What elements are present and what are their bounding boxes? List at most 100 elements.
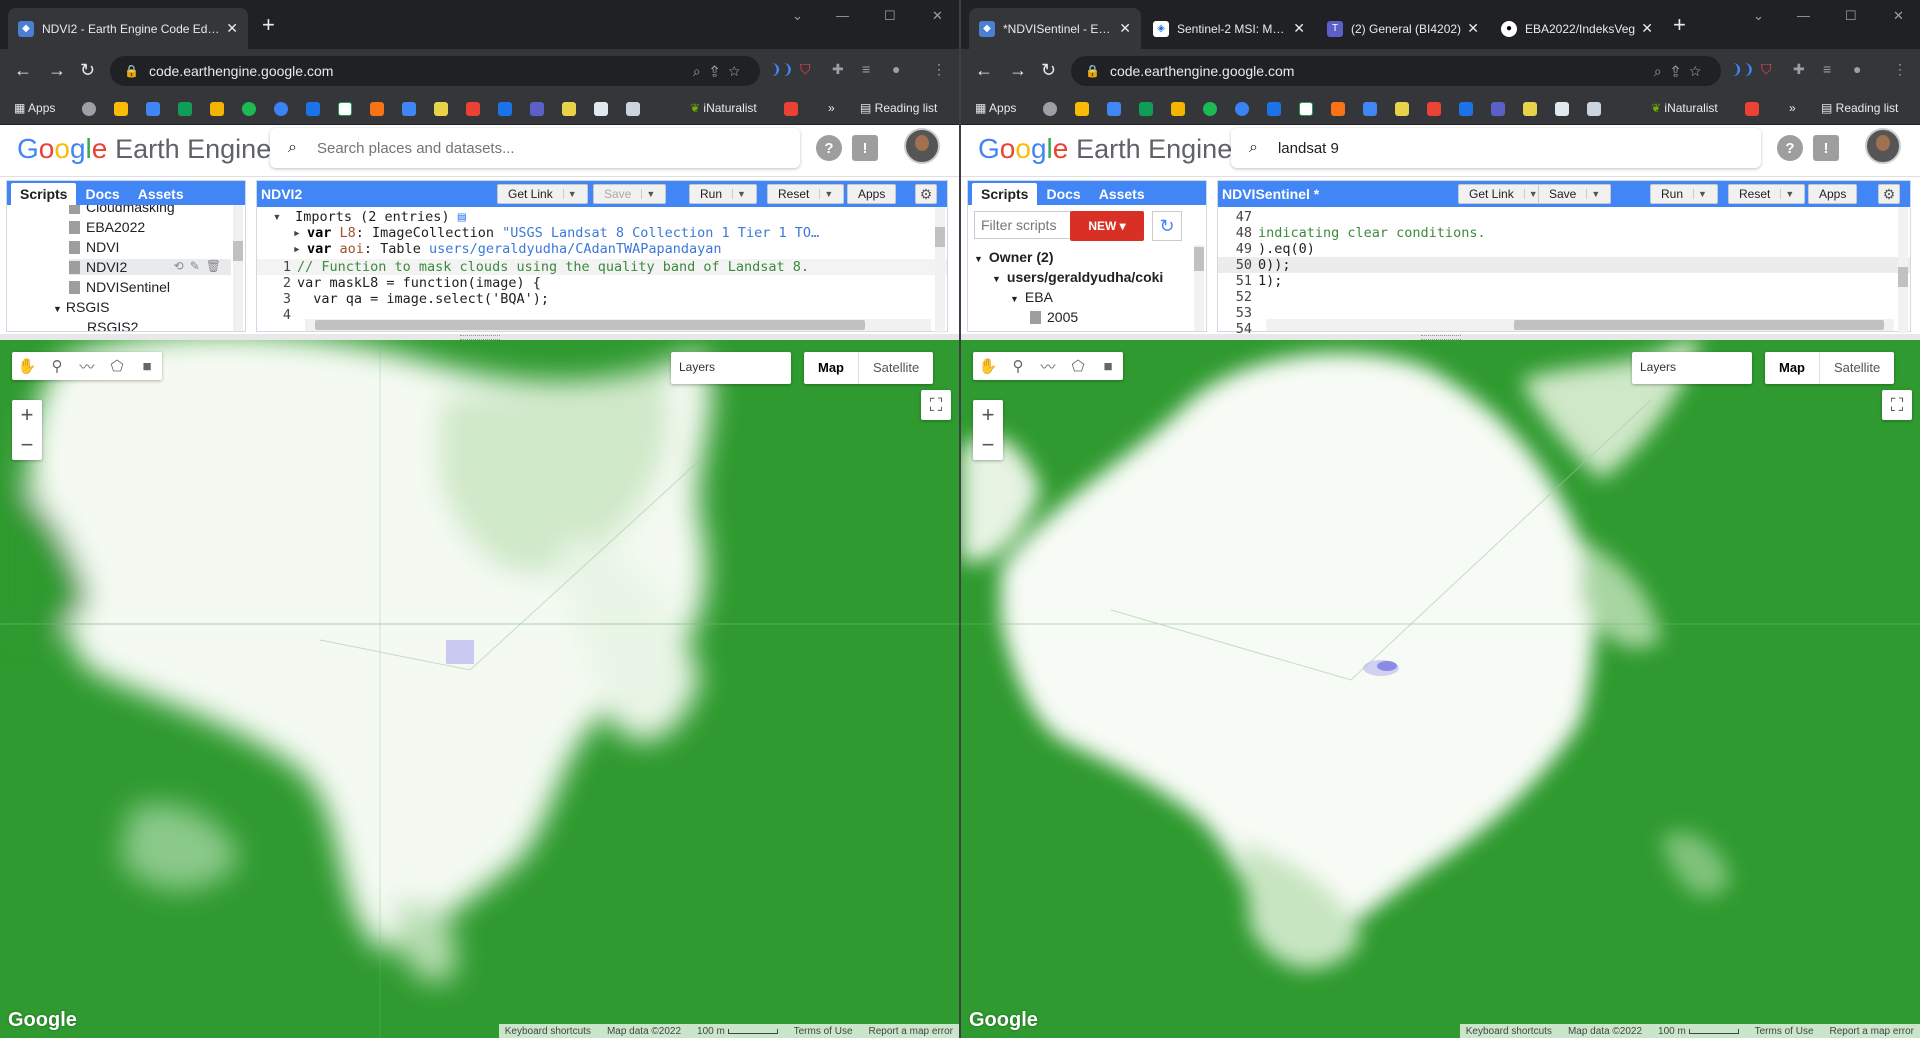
bookmark-icon[interactable]: [274, 102, 288, 116]
minimize-icon[interactable]: —: [836, 8, 849, 23]
tab-scripts[interactable]: Scripts: [11, 183, 77, 205]
search-input[interactable]: [1277, 139, 1718, 157]
bookmark-icon[interactable]: [498, 102, 512, 116]
tab-search-icon[interactable]: ⌄: [792, 8, 803, 24]
avatar[interactable]: [904, 128, 940, 164]
apps-button[interactable]: Apps: [847, 184, 897, 204]
tree-scrollbar[interactable]: [233, 205, 243, 331]
filter-scripts-input[interactable]: [974, 211, 1072, 239]
pocket-icon[interactable]: ⛉: [800, 61, 811, 78]
tab-docs[interactable]: Docs: [76, 183, 128, 205]
run-button[interactable]: Run ▼: [689, 184, 757, 204]
docs-icon[interactable]: [1107, 102, 1121, 116]
close-window-icon[interactable]: ✕: [932, 8, 943, 24]
more-bookmarks[interactable]: »: [828, 101, 835, 115]
folder-item[interactable]: ▼ RSGIS: [53, 299, 110, 315]
bookmark-icon[interactable]: [1043, 102, 1057, 116]
folder-repo[interactable]: ▼ users/geraldyudha/coki: [992, 269, 1163, 285]
inaturalist-bookmark[interactable]: ❦ iNaturalist: [690, 101, 757, 115]
polygon-tool-icon[interactable]: ⬠: [1063, 357, 1093, 375]
map-canvas[interactable]: ✋ ⚲ 〰 ⬠ ■ + − Layers Map Satellite ⛶ Goo…: [961, 340, 1920, 1038]
map-canvas[interactable]: ✋ ⚲ 〰 ⬠ ■ + − Layers Map Satellite ⛶ Goo…: [0, 340, 959, 1038]
forward-icon[interactable]: →: [1009, 59, 1027, 81]
apps-bookmark[interactable]: ▦ Apps: [14, 101, 55, 115]
omnibox-actions[interactable]: ⌕⇪☆: [1654, 63, 1711, 80]
code-line[interactable]: 51 1);: [1218, 273, 1910, 289]
inaturalist-bookmark[interactable]: ❦ iNaturalist: [1651, 101, 1718, 115]
profile-icon[interactable]: ●: [1853, 61, 1861, 77]
forward-icon[interactable]: →: [48, 59, 66, 81]
help-icon[interactable]: ?: [1777, 135, 1803, 161]
tab-docs[interactable]: Docs: [1037, 183, 1089, 205]
close-tab-icon[interactable]: ✕: [226, 20, 238, 37]
browser-tab[interactable]: ◆ *NDVISentinel - Earth Engine ✕: [969, 8, 1141, 49]
code-scrollbar[interactable]: [935, 207, 945, 333]
zoom-in-icon[interactable]: +: [12, 400, 42, 430]
script-actions-icon[interactable]: ⟲✎🗑: [174, 259, 227, 273]
maximize-icon[interactable]: ☐: [1845, 8, 1857, 24]
minimize-icon[interactable]: —: [1797, 8, 1810, 23]
script-item[interactable]: Cloudmasking: [69, 205, 175, 215]
map-type-satellite[interactable]: Satellite: [858, 352, 933, 384]
bookmark-icon[interactable]: [466, 102, 480, 116]
terms-link[interactable]: Terms of Use: [1755, 1026, 1814, 1037]
code-line[interactable]: 52: [1218, 289, 1910, 305]
layers-control[interactable]: Layers: [1632, 352, 1752, 384]
code-hscrollbar[interactable]: [1266, 319, 1894, 331]
map-type-map[interactable]: Map: [1765, 352, 1819, 384]
zoom-out-icon[interactable]: −: [12, 430, 42, 460]
pocket-icon[interactable]: ⛉: [1761, 61, 1772, 78]
line-tool-icon[interactable]: 〰: [1033, 356, 1063, 377]
line-tool-icon[interactable]: 〰: [72, 356, 102, 377]
get-link-button[interactable]: Get Link ▼: [497, 184, 588, 204]
script-item[interactable]: NDVI: [69, 239, 119, 255]
bookmark-icon[interactable]: [1299, 102, 1313, 116]
code-line[interactable]: 49).eq(0): [1218, 241, 1910, 257]
bookmark-icon[interactable]: [1745, 102, 1759, 116]
bookmark-icon[interactable]: [1395, 102, 1409, 116]
rectangle-tool-icon[interactable]: ■: [1093, 358, 1123, 375]
docs-icon[interactable]: [146, 102, 160, 116]
settings-gear-icon[interactable]: ⚙: [1878, 184, 1900, 204]
address-bar[interactable]: 🔒 code.earthengine.google.com ⌕⇪☆: [1071, 56, 1721, 86]
spotify-icon[interactable]: [242, 102, 256, 116]
feedback-icon[interactable]: !: [852, 135, 878, 161]
bookmark-icon[interactable]: [1235, 102, 1249, 116]
bookmark-icon[interactable]: [1587, 102, 1601, 116]
code-area[interactable]: 47 48 indicating clear conditions. 49).eq…: [1218, 207, 1910, 333]
report-error-link[interactable]: Report a map error: [869, 1026, 953, 1037]
reading-list[interactable]: ▤ Reading list: [860, 101, 937, 115]
settings-gear-icon[interactable]: ⚙: [915, 184, 937, 204]
sheets-icon[interactable]: [1139, 102, 1153, 116]
feedback-icon[interactable]: !: [1813, 135, 1839, 161]
bookmark-icon[interactable]: [784, 102, 798, 116]
terms-link[interactable]: Terms of Use: [794, 1026, 853, 1037]
bookmark-icon[interactable]: [370, 102, 384, 116]
code-hscrollbar[interactable]: [305, 319, 931, 331]
address-bar[interactable]: 🔒 code.earthengine.google.com ⌕⇪☆: [110, 56, 760, 86]
folder-item[interactable]: ▼ EBA: [1010, 289, 1053, 305]
profile-icon[interactable]: ●: [892, 61, 900, 77]
extensions-puzzle-icon[interactable]: ✚: [1793, 61, 1805, 78]
zoom-in-icon[interactable]: +: [973, 400, 1003, 430]
scale-bar[interactable]: 100 m: [1658, 1026, 1739, 1037]
reading-list[interactable]: ▤ Reading list: [1821, 101, 1898, 115]
tab-assets[interactable]: Assets: [129, 183, 193, 205]
browser-tab[interactable]: ◈ Sentinel-2 MSI: MultiSpectral ✕: [1143, 8, 1315, 49]
bookmark-icon[interactable]: [594, 102, 608, 116]
extension-icon[interactable]: ❩❩: [1731, 61, 1754, 78]
refresh-icon[interactable]: ↻: [1152, 211, 1182, 241]
new-script-button[interactable]: NEW ▾: [1070, 211, 1144, 241]
script-item[interactable]: 2005: [1030, 309, 1078, 325]
code-scroll-thumb[interactable]: [935, 227, 945, 247]
fullscreen-icon[interactable]: ⛶: [921, 390, 951, 420]
code-hscroll-thumb[interactable]: [315, 320, 865, 330]
code-line[interactable]: 3 var qa = image.select('BQA');: [257, 291, 947, 307]
teams-icon[interactable]: [1491, 102, 1505, 116]
bookmark-icon[interactable]: [1427, 102, 1441, 116]
tree-scroll-thumb[interactable]: [233, 241, 243, 261]
teams-icon[interactable]: [530, 102, 544, 116]
tab-search-icon[interactable]: ⌄: [1753, 8, 1764, 24]
earth-engine-logo[interactable]: Google Earth Engine: [978, 133, 1232, 165]
imports-header[interactable]: ▾ Imports (2 entries) ▤: [257, 209, 947, 225]
